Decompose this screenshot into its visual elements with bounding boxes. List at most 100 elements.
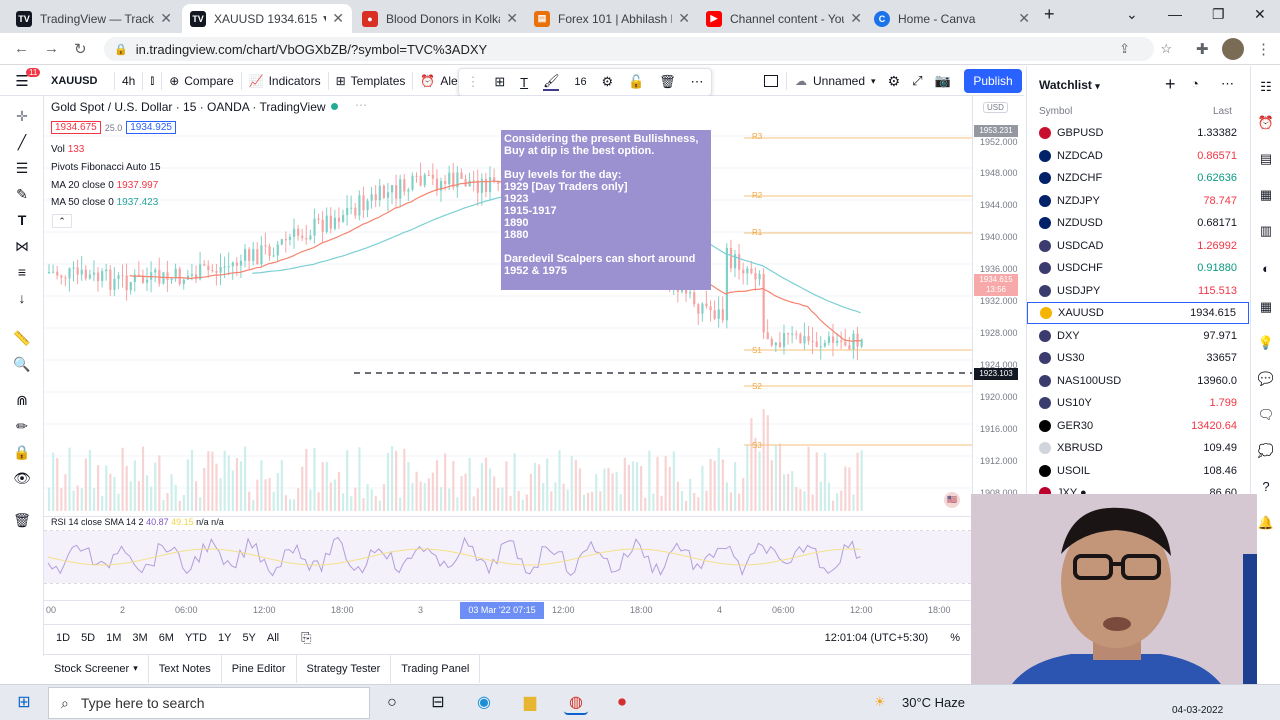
back-icon[interactable]: ← — [14, 40, 29, 57]
forward-icon[interactable]: → — [44, 40, 59, 57]
windows-start-icon[interactable]: ⊞ — [12, 691, 36, 715]
close-icon[interactable]: ✕ — [850, 10, 862, 27]
sell-price-box[interactable]: 1934.675 — [51, 121, 101, 134]
buy-price-box[interactable]: 1934.925 — [126, 121, 176, 134]
settings-gear-icon[interactable]: ⚙ — [888, 73, 901, 90]
lock-icon[interactable]: 🔓 — [628, 74, 644, 90]
lock-drawings-icon[interactable]: 🔒 — [12, 442, 32, 462]
watchlist-row[interactable]: USOIL 108.46 — [1027, 460, 1249, 482]
browser-tab[interactable]: TV TradingView — Track A ✕ — [8, 4, 180, 33]
tab-search-icon[interactable]: ⌄ — [1126, 6, 1138, 23]
watchlist-row[interactable]: USDCHF 0.91880 — [1027, 257, 1249, 279]
range-all[interactable]: All — [267, 632, 279, 644]
close-icon[interactable]: ✕ — [332, 10, 344, 27]
maximize-button[interactable]: ❐ — [1212, 6, 1225, 23]
symbol-search-button[interactable]: XAUUSD — [44, 66, 114, 96]
file-explorer-icon[interactable]: ▆ — [518, 691, 542, 715]
text-annotation[interactable]: Considering the present Bullishness, Buy… — [501, 130, 711, 290]
camera-icon[interactable]: 📷 — [935, 73, 951, 89]
templates-button[interactable]: ⊞ Templates — [329, 66, 413, 96]
percent-toggle[interactable]: % — [950, 632, 960, 644]
watchlist-row[interactable]: USDJPY 115.513 — [1027, 280, 1249, 302]
close-icon[interactable]: ✕ — [678, 10, 690, 27]
recorder-icon[interactable]: ⏺ — [610, 691, 634, 715]
currency-selector[interactable]: USD — [983, 102, 1008, 113]
layout-name-button[interactable]: Unnamed — [813, 74, 865, 88]
close-icon[interactable]: ✕ — [506, 10, 518, 27]
more-icon[interactable]: ⋯ — [691, 74, 704, 90]
alarm-icon[interactable]: ⏰ — [1257, 114, 1275, 132]
range-1d[interactable]: 1D — [56, 632, 70, 644]
tab-stock-screener[interactable]: Stock Screener ▾ — [44, 654, 149, 683]
range-5d[interactable]: 5D — [81, 632, 95, 644]
watchlist-icon[interactable]: ☷ — [1257, 78, 1275, 96]
more-icon[interactable]: ⋯ — [355, 98, 367, 112]
url-field[interactable]: 🔒 in.tradingview.com/chart/VbOGXbZB/?sym… — [104, 37, 1172, 61]
extensions-icon[interactable]: ✚ — [1196, 40, 1209, 58]
new-tab-button[interactable]: + — [1044, 4, 1055, 25]
share-icon[interactable]: ⇪ — [1119, 41, 1130, 57]
zoom-in-icon[interactable]: 🔍 — [12, 354, 32, 374]
weather-text[interactable]: 30°C Haze — [902, 695, 965, 710]
range-ytd[interactable]: YTD — [185, 632, 207, 644]
ruler-icon[interactable]: 📏 — [12, 328, 32, 348]
template-grid-icon[interactable]: ⊞ — [494, 74, 505, 90]
price-axis[interactable] — [972, 96, 1026, 516]
streams-icon[interactable]: 💬 — [1257, 370, 1275, 388]
tab-text-notes[interactable]: Text Notes — [149, 654, 222, 683]
task-view-icon[interactable]: ⊟ — [426, 691, 450, 715]
watchlist-row[interactable]: DXY 97.971 — [1027, 325, 1249, 347]
alert-button[interactable]: ⏰ Ale — [413, 66, 464, 96]
pattern-icon[interactable]: ⋈ — [12, 236, 32, 256]
bookmark-star-icon[interactable]: ☆ — [1160, 41, 1172, 57]
interval-button[interactable]: 4h — [115, 66, 142, 96]
settings-gear-icon[interactable]: ⚙ — [602, 74, 614, 90]
magnet-icon[interactable]: ⋒ — [12, 390, 32, 410]
browser-tab-active[interactable]: TV XAUUSD 1934.615 ▼ ✕ — [182, 4, 352, 33]
edge-browser-icon[interactable]: ◉ — [472, 691, 496, 715]
watchlist-row[interactable]: NZDCAD 0.86571 — [1027, 145, 1249, 167]
fullscreen-icon[interactable]: ⤢ — [912, 73, 922, 89]
chrome-icon[interactable]: ◍ — [564, 691, 588, 715]
indicators-button[interactable]: 📈 Indicators — [242, 66, 328, 96]
rsi-pane[interactable] — [44, 516, 972, 600]
fib-levels-icon[interactable]: ≡ — [12, 262, 32, 282]
notifications-icon[interactable]: 🔔 — [1257, 514, 1275, 532]
chart-type-button[interactable]: ⫾ — [143, 66, 161, 96]
trash-icon[interactable]: 🗑 — [659, 74, 676, 90]
data-window-icon[interactable]: ▤ — [1257, 150, 1275, 168]
calendar-grid-icon[interactable]: ▦ — [1257, 298, 1275, 316]
time-axis[interactable]: 00 2 06:00 12:00 18:00 3 03 Mar '22 07:1… — [44, 600, 972, 620]
tab-strategy-tester[interactable]: Strategy Tester — [297, 654, 392, 683]
column-header-symbol[interactable]: Symbol — [1039, 106, 1072, 117]
brush-icon[interactable]: ✎ — [12, 184, 32, 204]
browser-tab[interactable]: ● Blood Donors in Kolka ✕ — [354, 4, 526, 33]
watchlist-row[interactable]: XAUUSD 1934.615 — [1027, 302, 1249, 324]
publish-button[interactable]: Publish — [964, 69, 1022, 93]
collapse-legend-button[interactable]: ⌃ — [52, 214, 72, 228]
range-3m[interactable]: 3M — [132, 632, 147, 644]
watchlist-row[interactable]: US30 33657 — [1027, 347, 1249, 369]
help-icon[interactable]: ? — [1257, 478, 1275, 496]
column-header-last[interactable]: Last — [1213, 106, 1232, 117]
range-1y[interactable]: 1Y — [218, 632, 231, 644]
range-6m[interactable]: 6M — [159, 632, 174, 644]
cortana-icon[interactable]: ○ — [380, 691, 404, 715]
hotlist-icon[interactable]: ◐ — [1257, 260, 1275, 278]
select-box-icon[interactable] — [764, 75, 778, 87]
watchlist-row[interactable]: NZDUSD 0.68171 — [1027, 212, 1249, 234]
watchlist-row[interactable]: GER30 13420.64 — [1027, 415, 1249, 437]
taskbar-search-box[interactable]: ⌕ Type here to search — [48, 687, 370, 719]
timezone-clock[interactable]: 12:01:04 (UTC+5:30) — [825, 632, 929, 644]
tab-pine-editor[interactable]: Pine Editor — [222, 654, 297, 683]
trash-icon[interactable]: 🗑 — [12, 510, 32, 530]
watchlist-row[interactable]: XBRUSD 109.49 — [1027, 437, 1249, 459]
reload-icon[interactable]: ↻ — [74, 40, 87, 58]
watchlist-row[interactable]: USDCAD 1.26992 — [1027, 235, 1249, 257]
browser-tab[interactable]: ▶ Channel content - You ✕ — [698, 4, 870, 33]
add-symbol-button[interactable]: + — [1165, 74, 1176, 95]
watchlist-row[interactable]: NZDCHF 0.62636 — [1027, 167, 1249, 189]
watchlist-row[interactable]: US10Y 1.799 — [1027, 392, 1249, 414]
close-icon[interactable]: ✕ — [1018, 10, 1030, 27]
go-to-date-icon[interactable]: ⎘ — [301, 630, 311, 646]
